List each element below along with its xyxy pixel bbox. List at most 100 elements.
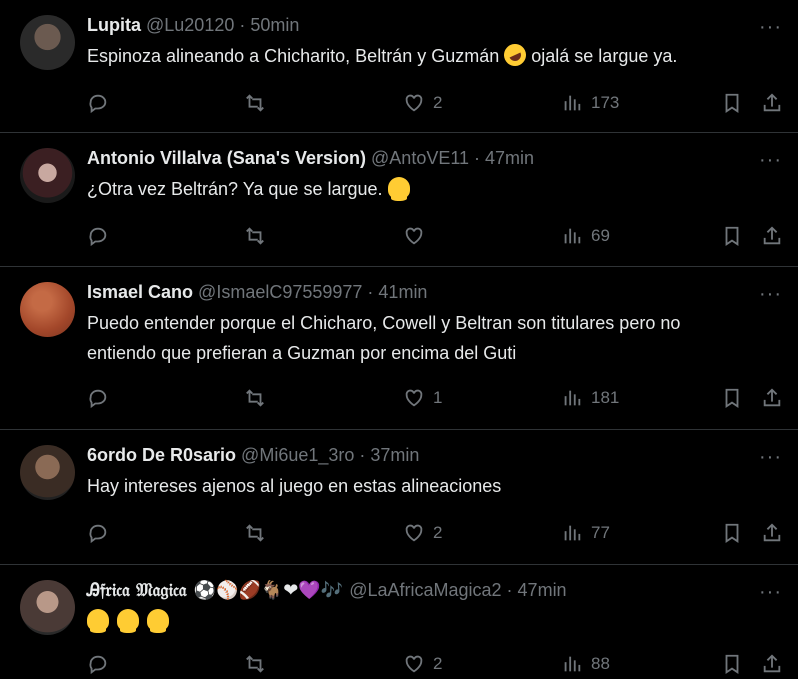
separator: · [359,444,366,465]
tweet[interactable]: 6ordo De R0sario @Mi6ue1_3ro · 37min Hay… [0,430,798,565]
share-button[interactable] [761,92,783,114]
retweet-button[interactable] [244,653,266,675]
reply-icon [89,655,107,675]
bookmark-button[interactable] [721,225,743,247]
like-button[interactable] [403,225,433,247]
share-icon [763,226,781,245]
avatar[interactable] [20,15,75,70]
views-button[interactable]: 173 [561,92,619,114]
views-icon [564,95,581,111]
bookmark-button[interactable] [721,653,743,675]
bookmark-icon [725,654,739,674]
author-handle[interactable]: @Mi6ue1_3ro [241,445,354,466]
more-options-icon[interactable]: ··· [759,16,782,39]
tweet-text-line: Puedo entender porque el Chicharo, Cowel… [87,313,681,333]
share-icon [763,388,781,407]
more-options-icon[interactable]: ··· [759,581,782,604]
tweet-text: Hay intereses ajenos al juego en estas a… [87,471,782,501]
action-bar: 69 [87,214,782,258]
timestamp[interactable]: 41min [378,282,427,303]
tweet-text [87,606,782,636]
author-handle[interactable]: @AntoVE11 [371,148,469,169]
timestamp[interactable]: 50min [250,15,299,36]
tweet[interactable]: Ꭿ𝔣𝔯𝔦𝔠𝔞 𝔐𝔞𝔤𝔦𝔠𝔞 ⚽⚾🏈🐐❤💜🎶 @LaAfricaMagica2 ·… [0,565,798,679]
views-button[interactable]: 69 [561,225,610,247]
heart-icon [405,389,423,407]
like-count: 2 [433,654,443,673]
tweet-text-part: ¿Otra vez Beltrán? Ya que se largue. [87,179,383,199]
views-button[interactable]: 88 [561,653,610,675]
author-name[interactable]: Ꭿ𝔣𝔯𝔦𝔠𝔞 𝔐𝔞𝔤𝔦𝔠𝔞 [87,580,187,601]
avatar[interactable] [20,282,75,337]
name-emojis: ⚽⚾🏈🐐❤💜🎶 [193,579,344,600]
more-options-icon[interactable]: ··· [759,446,782,469]
action-bar: 1 181 [87,376,782,420]
author-name[interactable]: 6ordo De R0sario [87,445,236,466]
retweet-icon [246,94,264,112]
heart-icon [405,524,423,542]
view-count: 88 [591,654,610,673]
avatar[interactable] [20,580,75,635]
reply-button[interactable] [87,653,109,675]
retweet-button[interactable] [244,522,266,544]
retweet-button[interactable] [244,92,266,114]
retweet-button[interactable] [244,387,266,409]
melting-face-emoji-icon [387,177,410,201]
avatar[interactable] [20,148,75,203]
author-handle[interactable]: @Lu20120 [146,15,234,36]
reply-icon [89,524,107,544]
more-options-icon[interactable]: ··· [759,283,782,306]
retweet-icon [246,655,264,673]
author-name[interactable]: Antonio Villalva (Sana's Version) [87,148,366,169]
author-name[interactable]: Ismael Cano [87,282,193,303]
retweet-icon [246,227,264,245]
share-icon [763,523,781,542]
like-button[interactable]: 1 [403,387,442,409]
share-button[interactable] [761,225,783,247]
author-handle[interactable]: @IsmaelC97559977 [198,282,362,303]
bookmark-button[interactable] [721,387,743,409]
share-icon [763,654,781,673]
view-count: 69 [591,226,610,245]
share-button[interactable] [761,522,783,544]
view-count: 77 [591,523,610,542]
separator: · [506,579,513,600]
heart-icon [405,227,423,245]
reply-button[interactable] [87,387,109,409]
separator: · [474,147,481,168]
tweet-text: Espinoza alineando a Chicharito, Beltrán… [87,40,782,71]
timestamp[interactable]: 37min [370,445,419,466]
views-icon [564,525,581,541]
author-handle[interactable]: @LaAfricaMagica2 [349,580,501,601]
like-button[interactable]: 2 [403,653,442,675]
heart-icon [405,94,423,112]
views-button[interactable]: 77 [561,522,610,544]
view-count: 173 [591,93,620,112]
views-icon [564,390,581,406]
more-options-icon[interactable]: ··· [759,149,782,172]
share-button[interactable] [761,653,783,675]
reply-button[interactable] [87,92,109,114]
tweet-text-line: entiendo que prefieran a Guzman por enci… [87,343,517,363]
author-name[interactable]: Lupita [87,15,141,36]
reply-button[interactable] [87,522,109,544]
bookmark-button[interactable] [721,92,743,114]
reply-button[interactable] [87,225,109,247]
timestamp[interactable]: 47min [518,580,567,601]
tweet[interactable]: Antonio Villalva (Sana's Version) @AntoV… [0,133,798,267]
reply-icon [89,227,107,247]
like-button[interactable]: 2 [403,92,442,114]
avatar[interactable] [20,445,75,500]
bookmark-button[interactable] [721,522,743,544]
bookmark-icon [725,226,739,246]
like-button[interactable]: 2 [403,522,442,544]
tweet[interactable]: Ismael Cano @IsmaelC97559977 · 41min Pue… [0,267,798,430]
melting-face-emoji-icon [117,609,140,633]
retweet-button[interactable] [244,225,266,247]
like-count: 2 [433,523,443,542]
tweet[interactable]: Lupita @Lu20120 · 50min Espinoza alinean… [0,0,798,133]
bookmark-icon [725,523,739,543]
views-button[interactable]: 181 [561,387,619,409]
share-button[interactable] [761,387,783,409]
timestamp[interactable]: 47min [485,148,534,169]
